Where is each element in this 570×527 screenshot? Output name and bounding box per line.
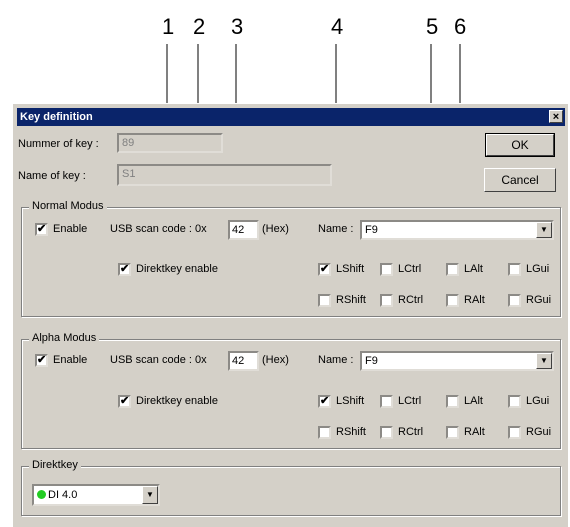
alpha-lshift-checkbox[interactable]: ✔ bbox=[318, 395, 331, 408]
alpha-rgui-label: RGui bbox=[526, 426, 552, 438]
alpha-hex-label: (Hex) bbox=[262, 354, 289, 366]
alpha-name-value: F9 bbox=[365, 355, 378, 367]
normal-lalt-checkbox[interactable] bbox=[446, 263, 459, 276]
title-bar: Key definition × bbox=[17, 108, 565, 126]
window-title: Key definition bbox=[20, 111, 93, 123]
ok-button[interactable]: OK bbox=[485, 133, 555, 157]
normal-enable-label: Enable bbox=[53, 223, 88, 235]
normal-hex-label: (Hex) bbox=[262, 223, 289, 235]
normal-rgui-checkbox[interactable] bbox=[508, 294, 521, 307]
alpha-rshift-checkbox[interactable] bbox=[318, 426, 331, 439]
key-definition-dialog: Key definition × Nummer of key : 89 Name… bbox=[12, 103, 568, 527]
normal-lgui-checkbox[interactable] bbox=[508, 263, 521, 276]
normal-rshift-label: RShift bbox=[336, 294, 366, 306]
alpha-lshift-label: LShift bbox=[336, 395, 365, 407]
normal-ralt-label: RAlt bbox=[464, 294, 485, 306]
normal-usb-label: USB scan code : 0x bbox=[110, 223, 207, 235]
key-name-field[interactable]: S1 bbox=[117, 164, 332, 186]
chevron-down-icon[interactable]: ▼ bbox=[536, 222, 552, 238]
alpha-ralt-checkbox[interactable] bbox=[446, 426, 459, 439]
alpha-ralt-label: RAlt bbox=[464, 426, 485, 438]
direktkey-group: Direktkey DI 4.0 ▼ bbox=[21, 459, 561, 516]
normal-lctrl-checkbox[interactable] bbox=[380, 263, 393, 276]
normal-ralt-checkbox[interactable] bbox=[446, 294, 459, 307]
normal-rctrl-checkbox[interactable] bbox=[380, 294, 393, 307]
alpha-lalt-label: LAlt bbox=[464, 395, 483, 407]
alpha-lgui-label: LGui bbox=[526, 395, 550, 407]
close-icon[interactable]: × bbox=[549, 110, 563, 123]
alpha-lctrl-checkbox[interactable] bbox=[380, 395, 393, 408]
normal-rgui-label: RGui bbox=[526, 294, 552, 306]
normal-name-select[interactable]: F9 ▼ bbox=[360, 220, 554, 240]
key-number-label: Nummer of key : bbox=[18, 138, 99, 150]
alpha-rgui-checkbox[interactable] bbox=[508, 426, 521, 439]
normal-direktkey-label: Direktkey enable bbox=[136, 263, 218, 275]
alpha-rshift-label: RShift bbox=[336, 426, 366, 438]
alpha-direktkey-checkbox[interactable]: ✔ bbox=[118, 395, 131, 408]
direktkey-title: Direktkey bbox=[29, 459, 81, 471]
cancel-button[interactable]: Cancel bbox=[484, 168, 556, 192]
normal-direktkey-checkbox[interactable]: ✔ bbox=[118, 263, 131, 276]
normal-name-value: F9 bbox=[365, 224, 378, 236]
alpha-name-select[interactable]: F9 ▼ bbox=[360, 351, 554, 371]
normal-lshift-label: LShift bbox=[336, 263, 365, 275]
alpha-rctrl-checkbox[interactable] bbox=[380, 426, 393, 439]
normal-rshift-checkbox[interactable] bbox=[318, 294, 331, 307]
alpha-enable-checkbox[interactable]: ✔ bbox=[35, 354, 48, 367]
alpha-lgui-checkbox[interactable] bbox=[508, 395, 521, 408]
alpha-lalt-checkbox[interactable] bbox=[446, 395, 459, 408]
direktkey-select[interactable]: DI 4.0 ▼ bbox=[32, 484, 160, 506]
alpha-direktkey-label: Direktkey enable bbox=[136, 395, 218, 407]
key-name-label: Name of key : bbox=[18, 170, 86, 182]
normal-lalt-label: LAlt bbox=[464, 263, 483, 275]
normal-modus-group: Normal Modus ✔ Enable USB scan code : 0x… bbox=[21, 200, 561, 317]
chevron-down-icon[interactable]: ▼ bbox=[536, 353, 552, 369]
alpha-enable-label: Enable bbox=[53, 354, 88, 366]
normal-lctrl-label: LCtrl bbox=[398, 263, 422, 275]
alpha-lctrl-label: LCtrl bbox=[398, 395, 422, 407]
normal-modus-title: Normal Modus bbox=[29, 200, 107, 212]
alpha-modus-title: Alpha Modus bbox=[29, 332, 100, 344]
green-status-dot-icon bbox=[37, 490, 46, 499]
normal-usb-scan-code-input[interactable]: 42 bbox=[228, 220, 259, 240]
normal-lgui-label: LGui bbox=[526, 263, 550, 275]
alpha-name-label: Name : bbox=[318, 354, 354, 366]
chevron-down-icon[interactable]: ▼ bbox=[142, 486, 158, 504]
normal-enable-checkbox[interactable]: ✔ bbox=[35, 223, 48, 236]
alpha-usb-scan-code-input[interactable]: 42 bbox=[228, 351, 259, 371]
direktkey-value: DI 4.0 bbox=[48, 489, 78, 501]
key-number-field[interactable]: 89 bbox=[117, 133, 223, 153]
alpha-rctrl-label: RCtrl bbox=[398, 426, 424, 438]
alpha-modus-group: Alpha Modus ✔ Enable USB scan code : 0x … bbox=[21, 332, 561, 449]
normal-lshift-checkbox[interactable]: ✔ bbox=[318, 263, 331, 276]
normal-name-label: Name : bbox=[318, 223, 354, 235]
alpha-usb-label: USB scan code : 0x bbox=[110, 354, 207, 366]
normal-rctrl-label: RCtrl bbox=[398, 294, 424, 306]
